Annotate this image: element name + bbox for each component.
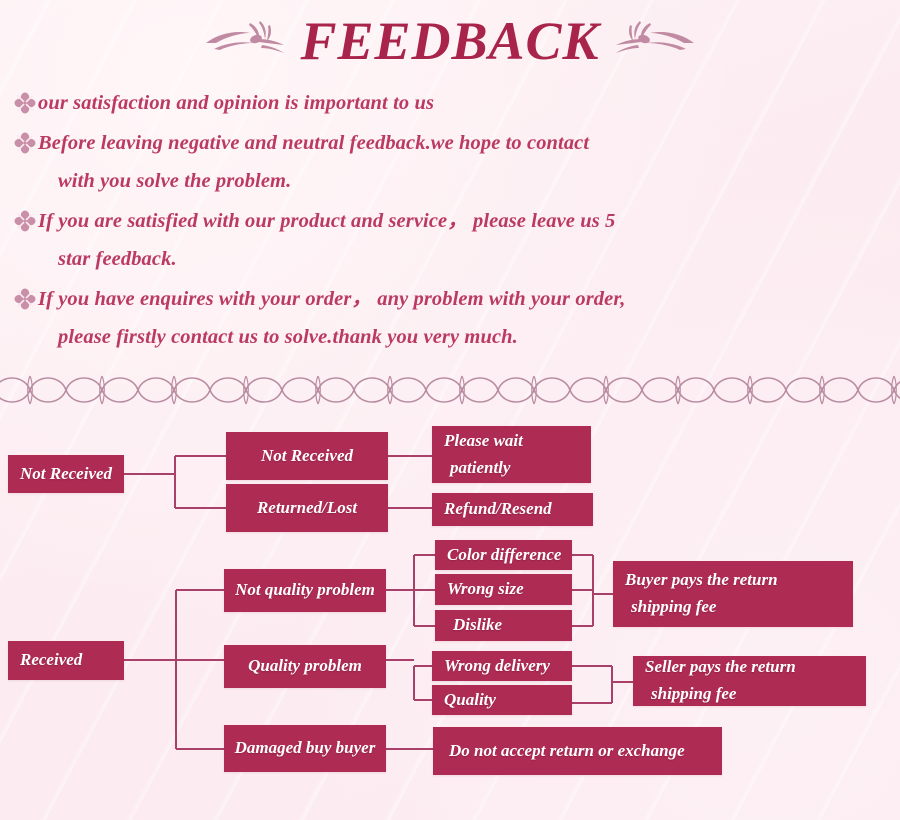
decorative-wave-divider bbox=[0, 368, 900, 412]
node-not-received-branch[interactable]: Not Received bbox=[226, 432, 388, 480]
list-item-line-1: our satisfaction and opinion is importan… bbox=[38, 92, 435, 114]
node-label-line-2: patiently bbox=[450, 457, 511, 477]
page-title: FEEDBACK bbox=[300, 11, 600, 71]
node-seller-pays-return-shipping-fee[interactable]: Seller pays the return shipping fee bbox=[633, 656, 866, 706]
node-label: Quality problem bbox=[248, 656, 362, 676]
node-do-not-accept-return-or-exchange[interactable]: Do not accept return or exchange bbox=[433, 727, 722, 775]
node-quality[interactable]: Quality bbox=[432, 685, 572, 715]
node-label: Damaged buy buyer bbox=[234, 738, 376, 758]
list-item-text: Before leaving negative and neutral feed… bbox=[38, 124, 589, 200]
node-label: Received bbox=[20, 650, 83, 670]
list-item-line-1: Before leaving negative and neutral feed… bbox=[38, 132, 590, 154]
node-label: Quality bbox=[444, 689, 496, 709]
node-label-line-2: shipping fee bbox=[631, 597, 717, 616]
list-item-text: If you are satisfied with our product an… bbox=[38, 202, 615, 278]
node-buyer-pays-return-shipping-fee[interactable]: Buyer pays the return shipping fee bbox=[613, 561, 853, 627]
list-item: If you are satisfied with our product an… bbox=[12, 202, 888, 278]
node-label-line-2: shipping fee bbox=[651, 684, 737, 703]
flower-bullet-icon bbox=[12, 206, 38, 236]
node-label: Dislike bbox=[453, 615, 503, 635]
floral-swirl-ornament-left-icon bbox=[204, 17, 290, 66]
node-wrong-size[interactable]: Wrong size bbox=[435, 574, 572, 605]
node-please-wait-patiently[interactable]: Please wait patiently bbox=[432, 426, 591, 483]
node-label: Wrong size bbox=[447, 579, 524, 599]
node-label: Color difference bbox=[447, 544, 562, 564]
node-damaged-buy-buyer[interactable]: Damaged buy buyer bbox=[224, 725, 386, 772]
feedback-policy-list: our satisfaction and opinion is importan… bbox=[12, 84, 888, 358]
list-item-line-2: please firstly contact us to solve.thank… bbox=[58, 326, 518, 348]
list-item-line-2: with you solve the problem. bbox=[58, 170, 292, 192]
node-label-line-1: Seller pays the return bbox=[645, 657, 796, 677]
floral-swirl-ornament-right-icon bbox=[610, 17, 696, 66]
flower-bullet-icon bbox=[12, 128, 38, 158]
node-label-line-1: Please wait bbox=[444, 430, 523, 450]
node-label: Returned/Lost bbox=[256, 497, 358, 517]
node-received-root[interactable]: Received bbox=[8, 641, 124, 680]
node-returned-lost[interactable]: Returned/Lost bbox=[226, 484, 388, 532]
node-label: Not quality problem bbox=[235, 580, 375, 600]
list-item-text: If you have enquires with your order， an… bbox=[38, 280, 626, 356]
list-item: our satisfaction and opinion is importan… bbox=[12, 84, 888, 122]
page-header: FEEDBACK bbox=[0, 4, 900, 78]
node-not-received-root[interactable]: Not Received bbox=[8, 455, 124, 493]
list-item-text: our satisfaction and opinion is importan… bbox=[38, 84, 434, 122]
list-item-line-1: If you have enquires with your order， an… bbox=[38, 288, 626, 310]
node-dislike[interactable]: Dislike bbox=[435, 610, 572, 641]
node-label: Not Received bbox=[20, 463, 113, 483]
list-item: If you have enquires with your order， an… bbox=[12, 280, 888, 356]
list-item: Before leaving negative and neutral feed… bbox=[12, 124, 888, 200]
node-refund-resend[interactable]: Refund/Resend bbox=[432, 493, 593, 526]
node-quality-problem[interactable]: Quality problem bbox=[224, 645, 386, 688]
list-item-line-1: If you are satisfied with our product an… bbox=[38, 210, 616, 232]
node-label: Not Received bbox=[260, 445, 354, 465]
node-not-quality-problem[interactable]: Not quality problem bbox=[224, 569, 386, 612]
returns-policy-flowchart: Not Received Received Not Received Retur… bbox=[0, 412, 900, 820]
node-label-line-1: Buyer pays the return bbox=[625, 570, 778, 590]
node-wrong-delivery[interactable]: Wrong delivery bbox=[432, 651, 572, 681]
node-label: Refund/Resend bbox=[444, 499, 552, 519]
node-color-difference[interactable]: Color difference bbox=[435, 540, 572, 570]
node-label: Wrong delivery bbox=[444, 655, 550, 675]
flower-bullet-icon bbox=[12, 88, 38, 118]
node-label: Do not accept return or exchange bbox=[449, 740, 685, 760]
flower-bullet-icon bbox=[12, 284, 38, 314]
list-item-line-2: star feedback. bbox=[58, 248, 177, 270]
